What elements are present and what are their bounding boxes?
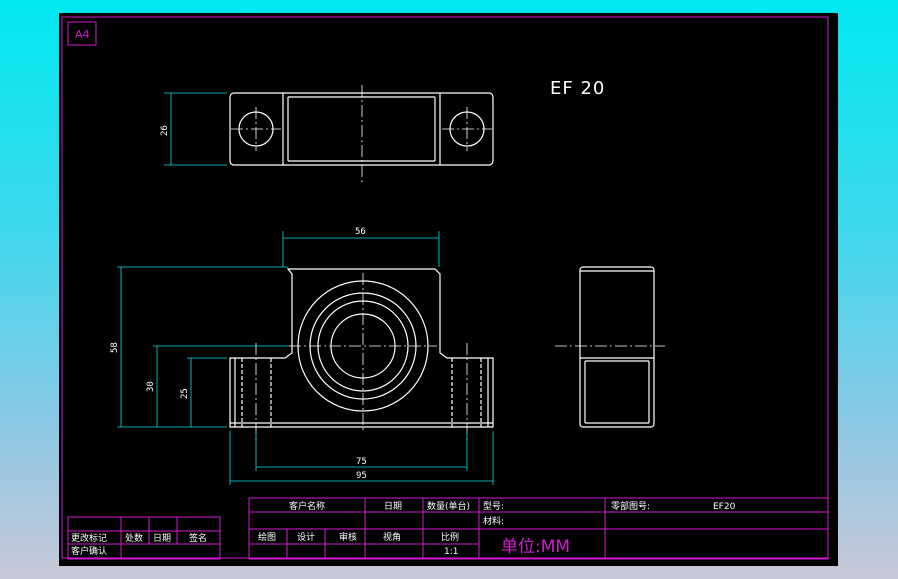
drawing-no-label: 零部图号: xyxy=(611,500,650,512)
customer-name-label: 客户名称 xyxy=(289,500,325,512)
location-label: 处数 xyxy=(125,532,143,544)
dim-top-width: 56 xyxy=(355,227,366,237)
drawing-no-value: EF20 xyxy=(713,502,736,512)
scale-value: 1:1 xyxy=(444,547,458,557)
dim-total-width: 95 xyxy=(356,471,367,481)
sheet-background xyxy=(59,13,838,566)
date-label: 日期 xyxy=(384,501,402,512)
design-label: 设计 xyxy=(297,531,315,543)
quantity-label: 数量(单台) xyxy=(427,500,470,512)
cad-drawing: A4 EF 20 26 56 58 30 25 75 95 更改标记 处数 日期… xyxy=(59,13,838,566)
dim-base-height: 25 xyxy=(180,388,190,399)
change-mark-label: 更改标记 xyxy=(71,532,107,544)
material-label: 材料: xyxy=(483,515,504,527)
paper-size-label: A4 xyxy=(75,28,90,41)
signature-label: 签名 xyxy=(189,532,207,544)
unit-label: 单位:MM xyxy=(501,537,570,557)
model-no-label: 型号: xyxy=(483,501,504,512)
customer-confirm-label: 客户确认 xyxy=(71,545,107,557)
dim-hole-spacing: 75 xyxy=(356,457,367,467)
revision-date-label: 日期 xyxy=(153,533,171,544)
dim-top-height: 26 xyxy=(160,125,170,136)
dim-center-height: 30 xyxy=(146,381,156,392)
drawing-sheet: A4 EF 20 26 56 58 30 25 75 95 更改标记 处数 日期… xyxy=(59,13,838,566)
view-angle-label: 视角 xyxy=(383,531,401,543)
checked-label: 审核 xyxy=(339,531,357,543)
dim-total-height: 58 xyxy=(110,342,120,353)
scale-label: 比例 xyxy=(441,531,459,543)
drawn-label: 绘图 xyxy=(258,531,276,543)
model-label: EF 20 xyxy=(550,78,605,99)
